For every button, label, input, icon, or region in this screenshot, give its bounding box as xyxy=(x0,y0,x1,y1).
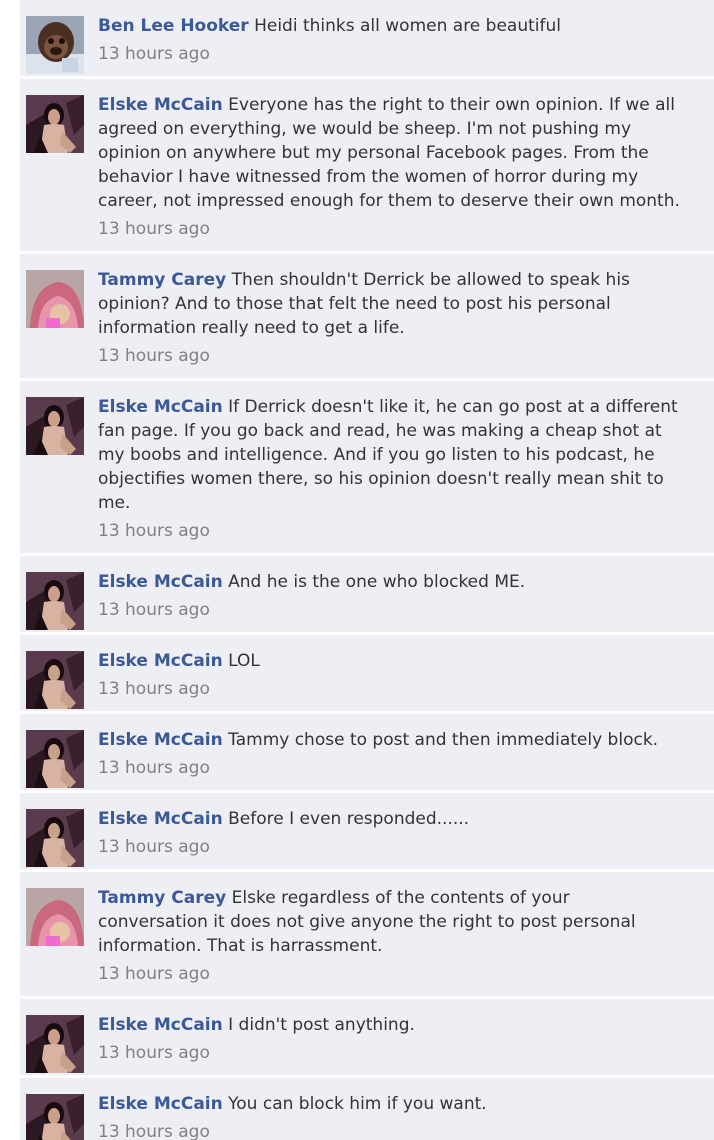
author-link[interactable]: Elske McCain xyxy=(98,397,223,417)
author-link[interactable]: Elske McCain xyxy=(98,809,223,829)
author-link[interactable]: Elske McCain xyxy=(98,572,223,592)
avatar-elske[interactable] xyxy=(26,1015,84,1073)
comment-text: Elske McCain And he is the one who block… xyxy=(98,570,700,594)
comment-text: Tammy Carey Then shouldn't Derrick be al… xyxy=(98,268,700,340)
comment-timestamp[interactable]: 13 hours ago xyxy=(98,42,700,66)
profile-photo-elske xyxy=(26,651,84,709)
avatar-elske[interactable] xyxy=(26,730,84,788)
comment-timestamp[interactable]: 13 hours ago xyxy=(98,217,700,241)
comment-timestamp[interactable]: 13 hours ago xyxy=(98,962,700,986)
comment-text: Elske McCain You can block him if you wa… xyxy=(98,1092,700,1116)
profile-photo-elske xyxy=(26,730,84,788)
comment-thread: Ben Lee Hooker Heidi thinks all women ar… xyxy=(20,0,714,1140)
avatar-elske[interactable] xyxy=(26,95,84,153)
avatar-elske[interactable] xyxy=(26,651,84,709)
avatar-ben[interactable] xyxy=(26,16,84,74)
author-link[interactable]: Elske McCain xyxy=(98,1015,223,1035)
avatar-elske[interactable] xyxy=(26,572,84,630)
comment-9: Tammy Carey Elske regardless of the cont… xyxy=(20,872,714,997)
comment-text: Elske McCain I didn't post anything. xyxy=(98,1013,700,1037)
comment-text: Elske McCain Before I even responded....… xyxy=(98,807,700,831)
avatar-elske[interactable] xyxy=(26,1094,84,1140)
profile-photo-elske xyxy=(26,95,84,153)
comment-text: Elske McCain Everyone has the right to t… xyxy=(98,93,700,213)
author-link[interactable]: Elske McCain xyxy=(98,1094,223,1114)
profile-photo-elske xyxy=(26,1015,84,1073)
author-link[interactable]: Tammy Carey xyxy=(98,270,226,290)
avatar-tammy[interactable] xyxy=(26,888,84,946)
comment-body: And he is the one who blocked ME. xyxy=(228,572,526,592)
comment-5: Elske McCain And he is the one who block… xyxy=(20,556,714,633)
comment-timestamp[interactable]: 13 hours ago xyxy=(98,677,700,701)
profile-photo-elske xyxy=(26,572,84,630)
comment-timestamp[interactable]: 13 hours ago xyxy=(98,756,700,780)
profile-photo-elske xyxy=(26,1094,84,1140)
comment-text: Ben Lee Hooker Heidi thinks all women ar… xyxy=(98,14,700,38)
author-link[interactable]: Elske McCain xyxy=(98,651,223,671)
comment-1: Ben Lee Hooker Heidi thinks all women ar… xyxy=(20,0,714,77)
avatar-elske[interactable] xyxy=(26,397,84,455)
comment-timestamp[interactable]: 13 hours ago xyxy=(98,344,700,368)
author-link[interactable]: Elske McCain xyxy=(98,730,223,750)
profile-photo-elske xyxy=(26,809,84,867)
comment-timestamp[interactable]: 13 hours ago xyxy=(98,519,700,543)
comment-7: Elske McCain Tammy chose to post and the… xyxy=(20,714,714,791)
comment-8: Elske McCain Before I even responded....… xyxy=(20,793,714,870)
comment-text: Elske McCain LOL xyxy=(98,649,700,673)
comment-11: Elske McCain You can block him if you wa… xyxy=(20,1078,714,1140)
profile-photo-ben xyxy=(26,16,84,74)
comment-timestamp[interactable]: 13 hours ago xyxy=(98,835,700,859)
profile-photo-tammy xyxy=(26,888,84,946)
comment-body: You can block him if you want. xyxy=(228,1094,487,1114)
author-link[interactable]: Elske McCain xyxy=(98,95,223,115)
comment-6: Elske McCain LOL 13 hours ago xyxy=(20,635,714,712)
comment-body: Before I even responded...... xyxy=(228,809,470,829)
comment-body: I didn't post anything. xyxy=(228,1015,415,1035)
comment-timestamp[interactable]: 13 hours ago xyxy=(98,1120,700,1140)
comment-text: Elske McCain Tammy chose to post and the… xyxy=(98,728,700,752)
comment-body: Heidi thinks all women are beautiful xyxy=(254,16,561,36)
author-link[interactable]: Tammy Carey xyxy=(98,888,226,908)
comment-4: Elske McCain If Derrick doesn't like it,… xyxy=(20,381,714,554)
comment-text: Elske McCain If Derrick doesn't like it,… xyxy=(98,395,700,515)
comment-body: LOL xyxy=(228,651,260,671)
comment-3: Tammy Carey Then shouldn't Derrick be al… xyxy=(20,254,714,379)
comment-timestamp[interactable]: 13 hours ago xyxy=(98,598,700,622)
comment-2: Elske McCain Everyone has the right to t… xyxy=(20,79,714,252)
comment-body: Tammy chose to post and then immediately… xyxy=(228,730,659,750)
avatar-tammy[interactable] xyxy=(26,270,84,328)
author-link[interactable]: Ben Lee Hooker xyxy=(98,16,249,36)
comment-text: Tammy Carey Elske regardless of the cont… xyxy=(98,886,700,958)
avatar-elske[interactable] xyxy=(26,809,84,867)
comment-timestamp[interactable]: 13 hours ago xyxy=(98,1041,700,1065)
profile-photo-elske xyxy=(26,397,84,455)
profile-photo-tammy xyxy=(26,270,84,328)
comment-10: Elske McCain I didn't post anything. 13 … xyxy=(20,999,714,1076)
